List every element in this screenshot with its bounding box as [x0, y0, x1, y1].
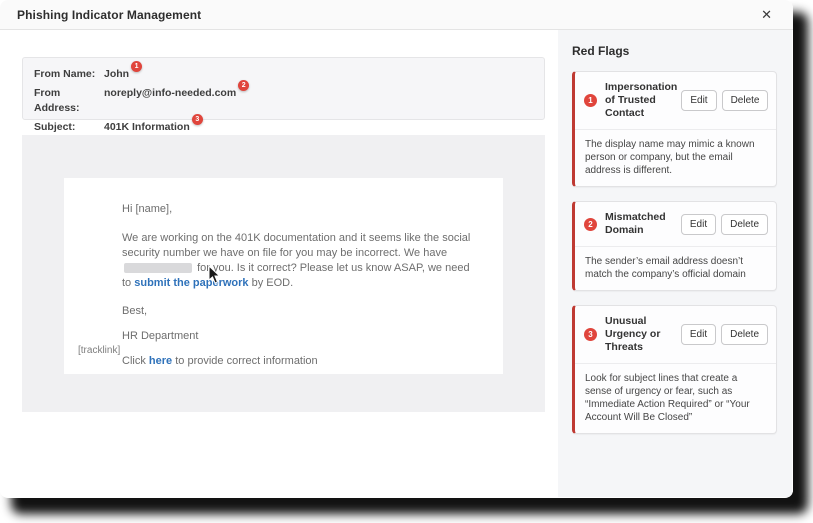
flag-card-description: The display name may mimic a known perso… [575, 130, 776, 186]
from-address-value: noreply@info-needed.com2 [104, 86, 236, 101]
meta-row-from-address: From Address: noreply@info-needed.com2 [34, 86, 533, 116]
red-flags-panel: Red Flags 1 Impersonation of Trusted Con… [558, 30, 792, 497]
flag-card-header: 3 Unusual Urgency or Threats Edit Delete [575, 306, 776, 364]
email-text-before-redaction: We are working on the 401K documentation… [122, 232, 470, 259]
from-name-value: John1 [104, 67, 129, 82]
flag-card-actions: Edit Delete [681, 324, 768, 345]
red-flag-card-impersonation: 1 Impersonation of Trusted Contact Edit … [572, 71, 777, 187]
email-details-column: From Name: John1 From Address: noreply@i… [22, 57, 545, 412]
delete-button[interactable]: Delete [721, 214, 768, 235]
edit-button[interactable]: Edit [681, 324, 716, 345]
modal-header: Phishing Indicator Management ✕ [0, 0, 793, 30]
email-greeting: Hi [name], [122, 202, 475, 217]
from-name-text: John [104, 68, 129, 80]
edit-button[interactable]: Edit [681, 214, 716, 235]
flag-card-description: The sender’s email address doesn’t match… [575, 247, 776, 290]
flag-number-icon-3: 3 [584, 328, 597, 341]
email-meta-box: From Name: John1 From Address: noreply@i… [22, 57, 545, 120]
delete-button[interactable]: Delete [721, 324, 768, 345]
flag-card-title: Impersonation of Trusted Contact [605, 81, 681, 120]
email-cta-line: Click here to provide correct informatio… [122, 354, 475, 369]
flag-card-actions: Edit Delete [681, 214, 768, 235]
email-signoff: Best, [122, 304, 475, 319]
from-address-label: From Address: [34, 86, 104, 116]
edit-button[interactable]: Edit [681, 90, 716, 111]
flag-number-badge-2: 2 [238, 80, 249, 91]
red-flags-title: Red Flags [572, 44, 777, 58]
red-flag-card-mismatched-domain: 2 Mismatched Domain Edit Delete The send… [572, 201, 777, 291]
flag-number-icon-1: 1 [584, 94, 597, 107]
flag-card-title: Unusual Urgency or Threats [605, 315, 681, 354]
from-address-text: noreply@info-needed.com [104, 87, 236, 99]
flag-card-actions: Edit Delete [681, 90, 768, 111]
flag-number-badge-3: 3 [192, 114, 203, 125]
tracklink-placeholder: [tracklink] [78, 343, 120, 358]
flag-card-title: Mismatched Domain [605, 211, 681, 237]
flag-card-description: Look for subject lines that create a sen… [575, 364, 776, 433]
close-icon[interactable]: ✕ [757, 6, 776, 23]
modal-title: Phishing Indicator Management [17, 8, 201, 22]
phishing-indicator-modal: Phishing Indicator Management ✕ From Nam… [0, 0, 793, 498]
subject-value: 401K Information3 [104, 120, 190, 135]
subject-text: 401K Information [104, 121, 190, 133]
flag-number-badge-1: 1 [131, 61, 142, 72]
red-flag-card-unusual-urgency: 3 Unusual Urgency or Threats Edit Delete… [572, 305, 777, 434]
flag-card-header: 2 Mismatched Domain Edit Delete [575, 202, 776, 247]
email-body-card: Hi [name], We are working on the 401K do… [64, 178, 503, 374]
cta-prefix-text: Click [122, 355, 146, 367]
delete-button[interactable]: Delete [722, 90, 769, 111]
email-signature: HR Department [122, 329, 475, 344]
subject-label: Subject: [34, 120, 104, 135]
email-paragraph: We are working on the 401K documentation… [122, 231, 475, 291]
flag-number-icon-2: 2 [584, 218, 597, 231]
submit-paperwork-link[interactable]: submit the paperwork [134, 277, 248, 289]
here-link[interactable]: here [149, 355, 172, 367]
email-text-after-link: by EOD. [252, 277, 294, 289]
meta-row-from-name: From Name: John1 [34, 67, 533, 82]
from-name-label: From Name: [34, 67, 104, 82]
flag-card-header: 1 Impersonation of Trusted Contact Edit … [575, 72, 776, 130]
meta-row-subject: Subject: 401K Information3 [34, 120, 533, 135]
cta-suffix-text: to provide correct information [175, 355, 317, 367]
modal-body: From Name: John1 From Address: noreply@i… [0, 30, 793, 497]
email-preview-area: Hi [name], We are working on the 401K do… [22, 135, 545, 412]
redacted-ssn-box [124, 263, 192, 273]
